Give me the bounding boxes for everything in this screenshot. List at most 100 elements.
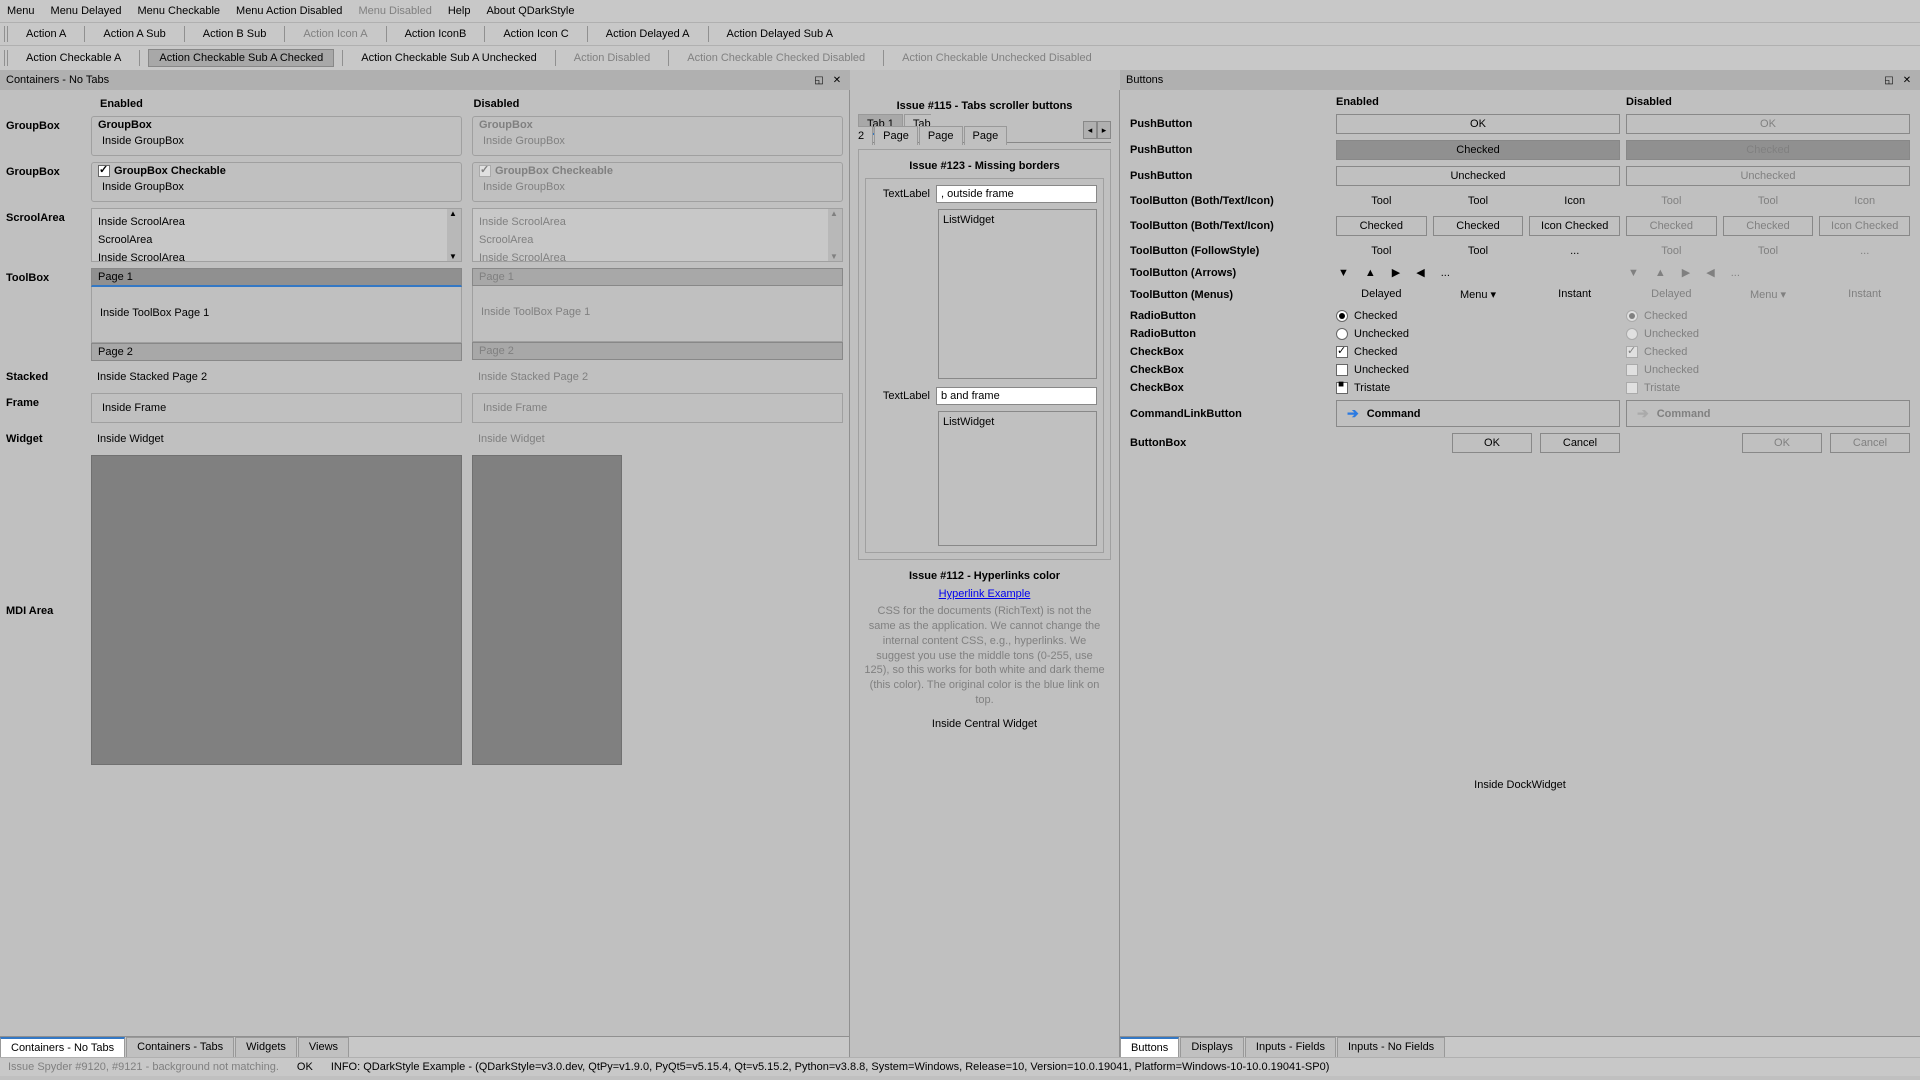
- bottom-tab-inputs---fields[interactable]: Inputs - Fields: [1245, 1037, 1336, 1057]
- tab-scroll-left[interactable]: ◂: [1083, 121, 1097, 139]
- bottom-tab-buttons[interactable]: Buttons: [1120, 1037, 1179, 1057]
- action-action-checkable-a[interactable]: Action Checkable A: [16, 50, 131, 66]
- toolbutton-instant[interactable]: Instant: [1529, 285, 1620, 304]
- action-action-a[interactable]: Action A: [16, 26, 76, 42]
- action-action-icon-c[interactable]: Action Icon C: [493, 26, 578, 42]
- lineedit-2[interactable]: [936, 387, 1097, 405]
- toolbar-1: Action A Action A Sub Action B Sub Action I…: [0, 22, 1920, 45]
- dockwidget-label: Inside DockWidget: [1130, 773, 1910, 797]
- pushbutton-ok[interactable]: OK: [1336, 114, 1620, 134]
- toolbox-page2[interactable]: Page 2: [91, 343, 462, 361]
- listwidget-2[interactable]: ListWidget: [938, 411, 1097, 546]
- bottom-tab-displays[interactable]: Displays: [1180, 1037, 1244, 1057]
- buttonbox-cancel[interactable]: Cancel: [1540, 433, 1620, 453]
- arrow-up-icon[interactable]: ▲: [1363, 267, 1378, 279]
- action-action-b-sub[interactable]: Action B Sub: [193, 26, 277, 42]
- menu-menu-action-disabled[interactable]: Menu Action Disabled: [233, 3, 345, 19]
- central-widget: Issue #115 - Tabs scroller buttons Tab 1…: [850, 90, 1120, 1057]
- col-enabled: Enabled: [96, 94, 470, 116]
- radio-unchecked[interactable]: [1336, 328, 1348, 340]
- menu-menu-disabled: Menu Disabled: [355, 3, 434, 19]
- groupbox-disabled: GroupBox Inside GroupBox: [472, 116, 843, 156]
- close-icon[interactable]: ✕: [1900, 73, 1914, 87]
- radio-checked[interactable]: [1336, 310, 1348, 322]
- arrow-left-icon[interactable]: ◀: [1414, 266, 1426, 279]
- label-groupbox: GroupBox: [6, 116, 91, 132]
- arrow-buttons: ▼ ▲ ▶ ◀ ...: [1336, 266, 1620, 279]
- action-action-delayed-sub-a[interactable]: Action Delayed Sub A: [717, 26, 843, 42]
- mdi-area-disabled: [472, 455, 622, 765]
- action-action-icon-a: Action Icon A: [293, 26, 377, 42]
- scrollbar[interactable]: [447, 209, 461, 261]
- buttons-dock-title: Buttons ◱ ✕: [1120, 70, 1920, 90]
- central-widget-label: Inside Central Widget: [858, 712, 1111, 736]
- status-bar: Issue Spyder #9120, #9121 - background n…: [0, 1057, 1920, 1076]
- arrow-down-icon[interactable]: ▼: [1336, 267, 1351, 279]
- tab-2[interactable]: Page: [874, 126, 918, 145]
- action-action-disabled: Action Disabled: [564, 50, 660, 66]
- tab-3[interactable]: Page: [919, 126, 963, 145]
- containers-panel: Enabled Disabled GroupBox GroupBox Insid…: [0, 90, 850, 1057]
- buttonbox-ok[interactable]: OK: [1452, 433, 1532, 453]
- frame-enabled: Inside Frame: [91, 393, 462, 423]
- pushbutton-checked-dis: Checked: [1626, 140, 1910, 160]
- action-action-a-sub[interactable]: Action A Sub: [93, 26, 175, 42]
- command-link-button[interactable]: ➔Command: [1336, 400, 1620, 427]
- tab-4[interactable]: Page: [964, 126, 1008, 145]
- bottom-tab-containers---tabs[interactable]: Containers - Tabs: [126, 1037, 234, 1057]
- tab-scroll-right[interactable]: ▸: [1097, 121, 1111, 139]
- pushbutton-unchecked[interactable]: Unchecked: [1336, 166, 1620, 186]
- menu-help[interactable]: Help: [445, 3, 474, 19]
- groupbox-checkbox: [479, 165, 491, 177]
- checkbox-unchecked[interactable]: [1336, 364, 1348, 376]
- toolbox-page1-body: Inside ToolBox Page 1: [91, 287, 462, 343]
- toolbutton-tool[interactable]: Tool: [1336, 192, 1427, 210]
- scrollarea-disabled: Inside ScroolAreaScroolAreaInside Scrool…: [472, 208, 843, 262]
- left-bottom-tabs: Containers - No TabsContainers - TabsWid…: [0, 1036, 849, 1057]
- scrollbar: [828, 209, 842, 261]
- label-toolbox: ToolBox: [6, 268, 91, 284]
- label-widget: Widget: [6, 429, 91, 445]
- listwidget-1[interactable]: ListWidget: [938, 209, 1097, 379]
- menu-menu-delayed[interactable]: Menu Delayed: [48, 3, 125, 19]
- groupbox-checkbox[interactable]: [98, 165, 110, 177]
- buttons-panel: Enabled Disabled PushButton OK OK PushBu…: [1120, 90, 1920, 1057]
- menu-about-qdarkstyle[interactable]: About QDarkStyle: [483, 3, 577, 19]
- lineedit-1[interactable]: [936, 185, 1097, 203]
- checkbox-tristate[interactable]: [1336, 382, 1348, 394]
- bottom-tab-views[interactable]: Views: [298, 1037, 349, 1057]
- action-action-iconb[interactable]: Action IconB: [395, 26, 477, 42]
- toolbox-page1[interactable]: Page 1: [91, 268, 462, 287]
- action-action-checkable-sub-a-checked[interactable]: Action Checkable Sub A Checked: [148, 49, 334, 67]
- arrow-right-icon[interactable]: ▶: [1390, 266, 1402, 279]
- label-mdi: MDI Area: [6, 455, 91, 617]
- hyperlink-example[interactable]: Hyperlink Example: [858, 588, 1111, 600]
- bottom-tab-containers---no-tabs[interactable]: Containers - No Tabs: [0, 1037, 125, 1057]
- toolbox-page1-dis: Page 1: [472, 268, 843, 286]
- status-issue: Issue Spyder #9120, #9121 - background n…: [8, 1061, 279, 1073]
- status-info: INFO: QDarkStyle Example - (QDarkStyle=v…: [331, 1061, 1330, 1073]
- close-icon[interactable]: ✕: [830, 73, 844, 87]
- dock-title-label: Containers - No Tabs: [6, 74, 109, 86]
- action-action-delayed-a[interactable]: Action Delayed A: [596, 26, 700, 42]
- label-frame: Frame: [6, 393, 91, 409]
- pushbutton-ok-dis: OK: [1626, 114, 1910, 134]
- action-action-checkable-sub-a-unchecked[interactable]: Action Checkable Sub A Unchecked: [351, 50, 547, 66]
- toolbar-2: Action Checkable A Action Checkable Sub A…: [0, 45, 1920, 70]
- dock-float-icon[interactable]: ◱: [812, 73, 826, 87]
- issue-112-title: Issue #112 - Hyperlinks color: [858, 570, 1111, 582]
- bottom-tab-widgets[interactable]: Widgets: [235, 1037, 297, 1057]
- toolbutton-menu[interactable]: Menu ▾: [1433, 285, 1524, 304]
- menu-menu-checkable[interactable]: Menu Checkable: [134, 3, 223, 19]
- containers-dock-title: Containers - No Tabs ◱ ✕: [0, 70, 850, 90]
- menu-menu[interactable]: Menu: [4, 3, 38, 19]
- pushbutton-checked[interactable]: Checked: [1336, 140, 1620, 160]
- checkbox-checked[interactable]: [1336, 346, 1348, 358]
- bottom-tab-inputs---no-fields[interactable]: Inputs - No Fields: [1337, 1037, 1445, 1057]
- col-disabled: Disabled: [1626, 96, 1910, 108]
- dock-float-icon[interactable]: ◱: [1882, 73, 1896, 87]
- mdi-area-enabled[interactable]: [91, 455, 462, 765]
- toolbutton-checked[interactable]: Checked: [1336, 216, 1427, 236]
- scrollarea-enabled[interactable]: Inside ScroolAreaScroolAreaInside Scrool…: [91, 208, 462, 262]
- toolbutton-delayed[interactable]: Delayed: [1336, 285, 1427, 304]
